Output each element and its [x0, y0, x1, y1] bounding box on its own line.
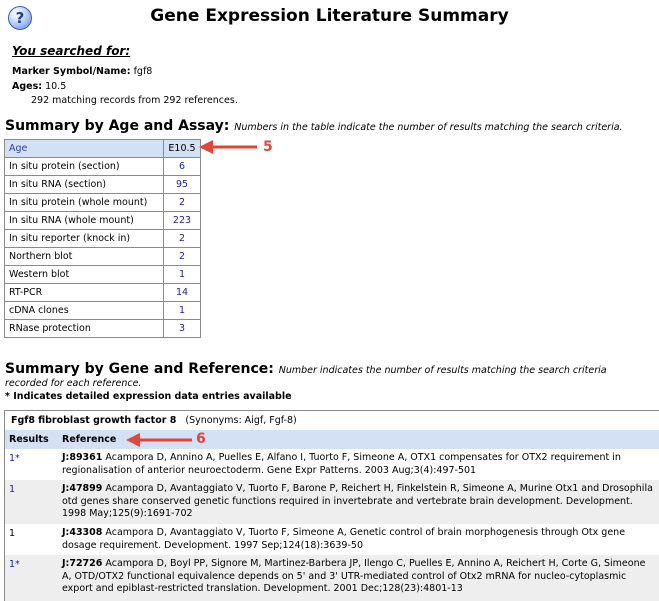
reference-header-row: Results Reference	[5, 430, 659, 449]
table-row: In situ reporter (knock in) 2	[4, 229, 201, 248]
assay-name: In situ RNA (section)	[4, 175, 164, 194]
marker-criteria: Marker Symbol/Name: fgf8	[12, 66, 152, 77]
marker-value: fgf8	[133, 66, 153, 77]
table-row: 1 J:43308 Acampora D, Avantaggiato V, Tu…	[5, 524, 659, 555]
assay-name: RNase protection	[4, 319, 164, 338]
annotation-label-5: 5	[263, 139, 273, 155]
ages-label: Ages:	[12, 81, 43, 92]
age-assay-heading: Summary by Age and Assay: Numbers in the…	[5, 118, 623, 134]
table-row: In situ RNA (whole mount) 223	[4, 211, 201, 230]
table-row: RT-PCR 14	[4, 283, 201, 302]
assay-name: Western blot	[4, 265, 164, 284]
citation-text: Acampora D, Avantaggiato V, Tuorto F, Si…	[62, 527, 626, 551]
gene-line: Fgf8 fibroblast growth factor 8 (Synonym…	[11, 415, 297, 426]
ages-criteria: Ages: 10.5	[12, 81, 66, 92]
table-header-row: Age E10.5	[4, 139, 201, 158]
age-column-label[interactable]: Age	[4, 139, 164, 158]
results-column-header: Results	[9, 434, 49, 445]
annotation-label-6: 6	[196, 431, 206, 447]
result-count-link[interactable]: 1*	[9, 453, 20, 464]
result-count-link[interactable]: 1*	[9, 559, 20, 570]
gene-ref-heading: Summary by Gene and Reference: Number in…	[5, 361, 607, 377]
assay-count-link[interactable]: 6	[163, 157, 201, 176]
table-row: RNase protection 3	[4, 319, 201, 338]
reference-table: Fgf8 fibroblast growth factor 8 (Synonym…	[4, 410, 659, 601]
assay-count-link[interactable]: 1	[163, 301, 201, 320]
marker-label: Marker Symbol/Name:	[12, 66, 131, 77]
assay-count-link[interactable]: 2	[163, 247, 201, 266]
assay-count-link[interactable]: 2	[163, 193, 201, 212]
assay-count-link[interactable]: 95	[163, 175, 201, 194]
gene-synonyms: (Synonyms: Aigf, Fgf-8)	[185, 415, 297, 426]
table-row: Northern blot 2	[4, 247, 201, 266]
assay-name: Northern blot	[4, 247, 164, 266]
annotation-arrow-6	[126, 433, 192, 447]
assay-name: In situ protein (whole mount)	[4, 193, 164, 212]
reference-citation: J:47899 Acampora D, Avantaggiato V, Tuor…	[62, 483, 654, 521]
gene-symbol[interactable]: Fgf8	[11, 415, 35, 426]
assay-name: RT-PCR	[4, 283, 164, 302]
search-label: You searched for:	[12, 44, 131, 58]
assay-name: In situ protein (section)	[4, 157, 164, 176]
gene-ref-note-cont: recorded for each reference.	[5, 378, 142, 389]
age-assay-table: Age E10.5 In situ protein (section) 6 In …	[4, 139, 201, 338]
age-column-header: E10.5	[163, 139, 201, 158]
table-row: In situ RNA (section) 95	[4, 175, 201, 194]
age-assay-title: Summary by Age and Assay:	[5, 118, 230, 134]
citation-text: Acampora D, Avantaggiato V, Tuorto F, Ba…	[62, 483, 653, 520]
result-count-link[interactable]: 1	[9, 528, 15, 539]
table-row: 1* J:72726 Acampora D, Boyl PP, Signore …	[5, 555, 659, 601]
table-row: In situ protein (whole mount) 2	[4, 193, 201, 212]
reference-citation: J:72726 Acampora D, Boyl PP, Signore M, …	[62, 558, 654, 596]
assay-count-link[interactable]: 1	[163, 265, 201, 284]
gene-ref-title: Summary by Gene and Reference:	[5, 361, 274, 377]
citation-text: Acampora D, Boyl PP, Signore M, Martinez…	[62, 558, 646, 595]
table-row: 1* J:89361 Acampora D, Annino A, Puelles…	[5, 449, 659, 480]
annotation-arrow-5	[199, 140, 257, 154]
assay-count-link[interactable]: 2	[163, 229, 201, 248]
table-row: Western blot 1	[4, 265, 201, 284]
assay-count-link[interactable]: 3	[163, 319, 201, 338]
ages-value: 10.5	[45, 81, 67, 92]
reference-citation: J:89361 Acampora D, Annino A, Puelles E,…	[62, 452, 654, 477]
assay-count-link[interactable]: 223	[163, 211, 201, 230]
reference-column-header: Reference	[62, 434, 117, 445]
age-assay-note: Numbers in the table indicate the number…	[234, 122, 623, 133]
jnum-link[interactable]: J:89361	[62, 452, 102, 463]
assay-name: cDNA clones	[4, 301, 164, 320]
match-count-text: 292 matching records from 292 references…	[31, 95, 238, 106]
reference-citation: J:43308 Acampora D, Avantaggiato V, Tuor…	[62, 527, 654, 552]
table-row: 1 J:47899 Acampora D, Avantaggiato V, Tu…	[5, 480, 659, 524]
jnum-link[interactable]: J:47899	[62, 483, 102, 494]
star-legend: * Indicates detailed expression data ent…	[5, 391, 292, 402]
page-title: Gene Expression Literature Summary	[150, 6, 509, 26]
table-row: cDNA clones 1	[4, 301, 201, 320]
table-row: In situ protein (section) 6	[4, 157, 201, 176]
gene-name: fibroblast growth factor 8	[38, 415, 177, 426]
assay-name: In situ RNA (whole mount)	[4, 211, 164, 230]
jnum-link[interactable]: J:72726	[62, 558, 102, 569]
assay-count-link[interactable]: 14	[163, 283, 201, 302]
jnum-link[interactable]: J:43308	[62, 527, 102, 538]
assay-name: In situ reporter (knock in)	[4, 229, 164, 248]
gene-ref-note: Number indicates the number of results m…	[278, 365, 607, 376]
citation-text: Acampora D, Annino A, Puelles E, Alfano …	[62, 452, 621, 476]
result-count-link[interactable]: 1	[9, 484, 15, 495]
